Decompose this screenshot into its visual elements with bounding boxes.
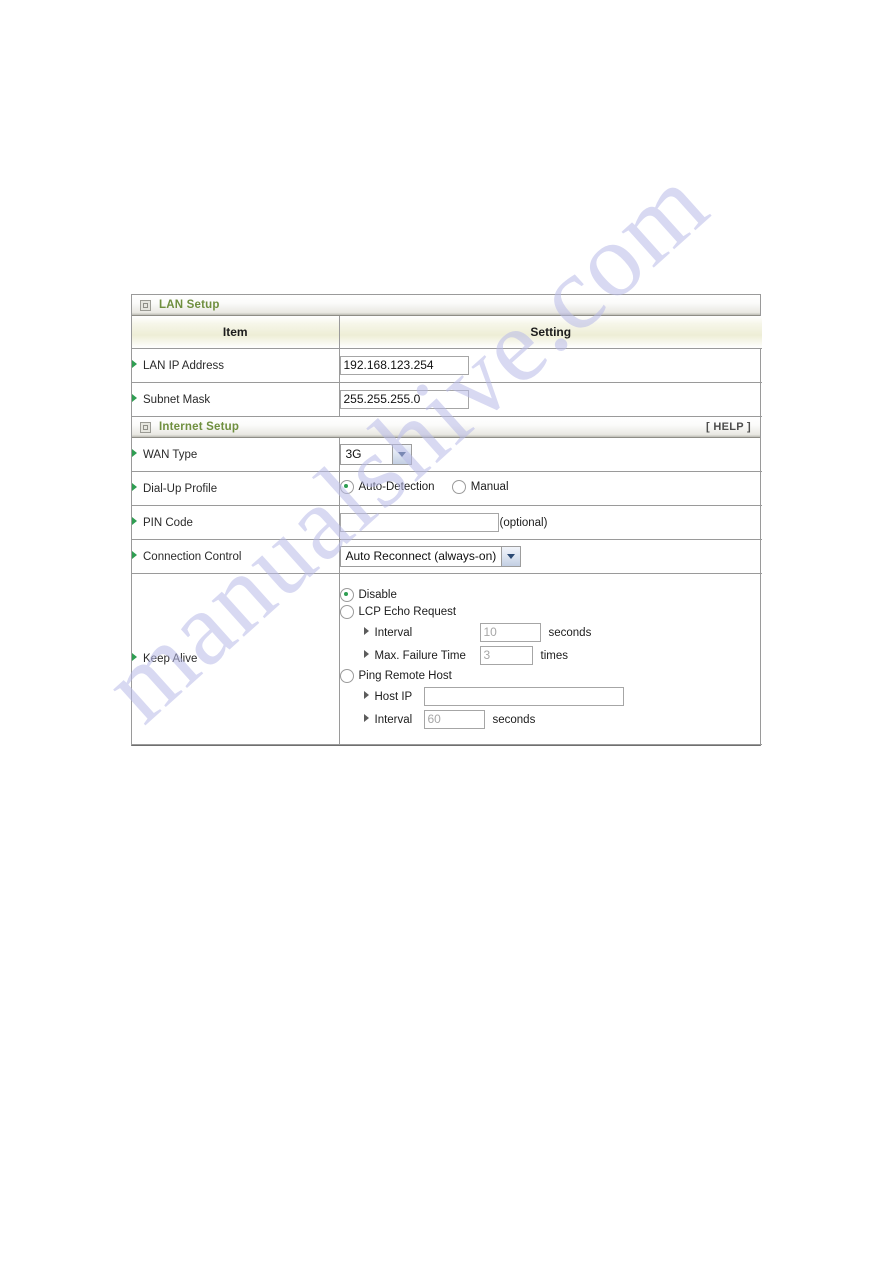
lcp-max-failure-label-wrap: Max. Failure Time [363, 649, 480, 662]
lan-setup-section-bar: LAN Setup [132, 295, 760, 316]
lcp-interval-unit: seconds [548, 626, 592, 639]
label-text: Connection Control [143, 550, 242, 563]
host-ip-label-wrap: Host IP [363, 690, 424, 703]
radio-button-icon[interactable] [451, 480, 466, 494]
help-link[interactable]: [ HELP ] [706, 417, 751, 438]
table-row-lan-ip-address: LAN IP Address [132, 348, 762, 383]
table-header-row: Item Setting [132, 316, 762, 349]
row-label-pin-code: PIN Code [132, 505, 339, 540]
table-row-keep-alive: Keep Alive Disable LCP Echo Request Inte… [132, 573, 763, 745]
label-text: Keep Alive [143, 653, 198, 665]
subnet-mask-input[interactable] [339, 390, 469, 409]
label-text: PIN Code [143, 516, 193, 529]
bullet-arrow-icon [363, 713, 369, 722]
internet-setup-table: WAN Type 3G Dial-Up Profile Auto-Detecti… [132, 438, 762, 745]
connection-control-selected-value: Auto Reconnect (always-on) [345, 549, 497, 563]
bullet-arrow-icon [132, 550, 137, 559]
keep-alive-option-ping-remote-host[interactable]: Ping Remote Host [339, 669, 763, 683]
row-setting-wan-type: 3G [338, 438, 762, 472]
label-text: LAN IP Address [143, 359, 224, 372]
pin-code-note: (optional) [499, 516, 548, 529]
table-row-subnet-mask: Subnet Mask [132, 382, 762, 417]
keep-alive-lcp-max-failure-row: Max. Failure Time times [363, 646, 763, 665]
radio-auto-detection[interactable]: Auto-Detection [339, 480, 435, 494]
wan-type-selected-value: 3G [345, 447, 362, 461]
row-setting-pin-code: (optional) [338, 505, 762, 540]
column-header-setting: Setting [338, 316, 762, 349]
table-row-wan-type: WAN Type 3G [132, 438, 762, 472]
internet-setup-section-bar: Internet Setup [ HELP ] [132, 417, 760, 438]
pin-code-input[interactable] [339, 513, 499, 532]
lcp-max-failure-unit: times [540, 649, 568, 662]
ping-interval-input[interactable] [423, 710, 485, 729]
row-label-keep-alive: Keep Alive [132, 573, 339, 745]
radio-button-icon[interactable] [339, 669, 354, 683]
lan-ip-address-input[interactable] [339, 356, 469, 375]
row-label-connection-control: Connection Control [132, 539, 339, 574]
label-text: Host IP [374, 690, 413, 703]
lan-setup-title: LAN Setup [159, 298, 220, 311]
window-box-icon [140, 421, 151, 433]
bullet-arrow-icon [132, 516, 137, 525]
label-text: Dial-Up Profile [143, 482, 218, 495]
label-text: Max. Failure Time [374, 649, 466, 662]
row-setting-dial-up-profile: Auto-Detection Manual [338, 471, 762, 506]
radio-button-icon[interactable] [339, 588, 354, 602]
bullet-arrow-icon [132, 359, 137, 368]
window-box-icon [140, 299, 151, 311]
label-text: Subnet Mask [143, 393, 211, 406]
keep-alive-host-ip-row: Host IP [363, 687, 763, 706]
radio-button-icon[interactable] [339, 480, 354, 494]
row-label-lan-ip-address: LAN IP Address [132, 348, 339, 383]
row-setting-keep-alive: Disable LCP Echo Request Interval second… [338, 573, 763, 745]
table-row-connection-control: Connection Control Auto Reconnect (alway… [132, 539, 762, 574]
radio-manual[interactable]: Manual [451, 480, 509, 494]
radio-label: Ping Remote Host [358, 670, 452, 682]
bullet-arrow-icon [132, 448, 137, 457]
bullet-arrow-icon [132, 482, 137, 491]
row-setting-lan-ip-address [338, 348, 762, 383]
ping-interval-label-wrap: Interval [363, 713, 424, 726]
wan-type-select[interactable]: 3G [339, 444, 412, 465]
label-text: Interval [374, 626, 413, 639]
connection-control-select[interactable]: Auto Reconnect (always-on) [339, 546, 522, 567]
bullet-arrow-icon [132, 393, 137, 402]
row-setting-connection-control: Auto Reconnect (always-on) [338, 539, 762, 574]
lan-setup-panel: LAN Setup Item Setting LAN IP Address Su… [131, 294, 762, 417]
internet-setup-panel: Internet Setup [ HELP ] WAN Type 3G Dial… [131, 417, 762, 746]
lcp-interval-input[interactable] [479, 623, 541, 642]
label-text: WAN Type [143, 448, 198, 461]
keep-alive-ping-interval-row: Interval seconds [363, 710, 763, 729]
radio-label: Disable [358, 589, 397, 601]
column-header-item: Item [132, 316, 339, 349]
row-label-wan-type: WAN Type [132, 438, 339, 472]
lan-setup-table: Item Setting LAN IP Address Subnet Mask [132, 316, 762, 417]
radio-label: Manual [470, 481, 509, 493]
keep-alive-option-disable[interactable]: Disable [339, 588, 763, 602]
bullet-arrow-icon [363, 649, 369, 658]
radio-button-icon[interactable] [339, 605, 354, 619]
chevron-down-icon[interactable] [391, 445, 411, 464]
lcp-interval-label-wrap: Interval [363, 626, 480, 639]
lcp-max-failure-input[interactable] [479, 646, 533, 665]
keep-alive-lcp-interval-row: Interval seconds [363, 623, 763, 642]
table-row-dial-up-profile: Dial-Up Profile Auto-Detection Manual [132, 471, 762, 506]
label-text: Interval [374, 713, 413, 726]
chevron-down-icon[interactable] [501, 547, 521, 566]
keep-alive-option-lcp-echo-request[interactable]: LCP Echo Request [339, 605, 763, 619]
internet-setup-title: Internet Setup [159, 420, 240, 433]
router-config-page: LAN Setup Item Setting LAN IP Address Su… [131, 294, 762, 746]
row-setting-subnet-mask [338, 382, 762, 417]
radio-label: LCP Echo Request [358, 606, 457, 618]
bullet-arrow-icon [363, 690, 369, 699]
table-row-pin-code: PIN Code (optional) [132, 505, 762, 540]
row-label-subnet-mask: Subnet Mask [132, 382, 339, 417]
ping-interval-unit: seconds [492, 713, 536, 726]
radio-label: Auto-Detection [358, 481, 435, 493]
bullet-arrow-icon [363, 626, 369, 635]
bullet-arrow-icon [132, 653, 137, 661]
ping-host-ip-input[interactable] [423, 687, 624, 706]
row-label-dial-up-profile: Dial-Up Profile [132, 471, 339, 506]
